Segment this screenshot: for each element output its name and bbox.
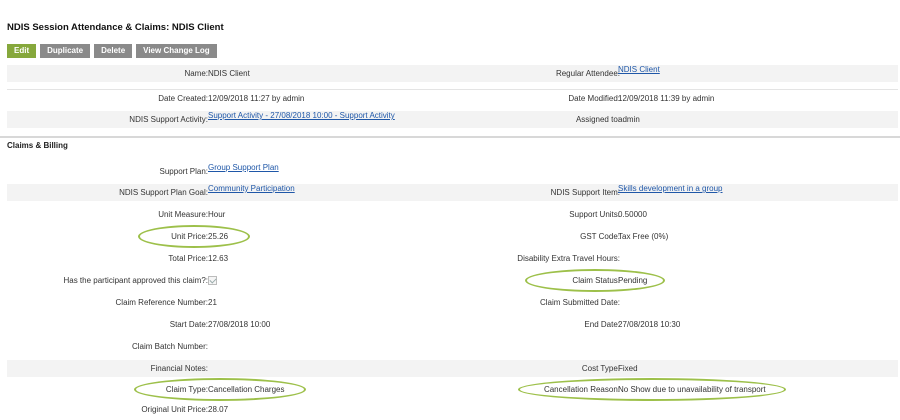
support-plan-goal-link[interactable]: Community Participation [208,184,295,193]
field-row: Name: NDIS Client Regular Attendee: NDIS… [7,65,898,82]
delete-button[interactable]: Delete [94,44,133,58]
unit-measure-value: Hour [208,210,226,219]
regular-attendee-label: Regular Attendee: [555,69,620,78]
date-modified-label: Date Modified: [568,94,620,103]
original-unit-price-label: Original Unit Price: [141,405,208,414]
field-row: NDIS Support Activity: Support Activity … [7,111,898,128]
field-row: Has the participant approved this claim?… [7,272,898,289]
claim-reference-value: 21 [208,298,217,307]
support-units-label: Support Units: [569,210,620,219]
name-label: Name: [184,69,208,78]
cost-type-label: Cost Type: [581,364,620,373]
date-created-value: 12/09/2018 11:27 by admin [208,94,305,103]
claims-billing-section: Claims & Billing [0,136,900,150]
end-date-value: 27/08/2018 10:30 [618,320,681,329]
total-price-label: Total Price: [168,254,208,263]
toolbar: Edit Duplicate Delete View Change Log [7,44,217,58]
start-date-label: Start Date: [169,320,208,329]
field-row: Total Price: 12.63 Disability Extra Trav… [7,250,898,267]
gst-code-label: GST Code: [580,232,620,241]
support-plan-label: Support Plan: [159,167,208,176]
unit-measure-label: Unit Measure: [158,210,208,219]
date-created-label: Date Created: [158,94,208,103]
claim-submitted-label: Claim Submitted Date: [539,298,620,307]
support-activity-label: NDIS Support Activity: [129,115,208,124]
total-price-value: 12.63 [208,254,229,263]
original-unit-price-value: 28.07 [208,405,229,414]
name-value: NDIS Client [208,69,250,78]
start-date-value: 27/08/2018 10:00 [208,320,271,329]
financial-notes-label: Financial Notes: [150,364,208,373]
field-row: Support Plan: Group Support Plan [7,163,898,180]
end-date-label: End Date: [584,320,620,329]
field-row: Start Date: 27/08/2018 10:00 End Date: 2… [7,316,898,333]
field-row: Financial Notes: Cost Type: Fixed [7,360,898,377]
date-modified-value: 12/09/2018 11:39 by admin [618,94,715,103]
field-row: Claim Reference Number: 21 Claim Submitt… [7,294,898,311]
support-item-label: NDIS Support Item: [550,188,620,197]
duplicate-button[interactable]: Duplicate [40,44,91,58]
support-units-value: 0.50000 [618,210,647,219]
claim-type-value: Cancellation Charges [208,385,285,394]
edit-button[interactable]: Edit [7,44,37,58]
field-row: Unit Measure: Hour Support Units: 0.5000… [7,206,898,223]
unit-price-value: 25.26 [208,232,229,241]
field-row: Claim Type: Cancellation Charges Cancell… [7,381,898,398]
approved-label: Has the participant approved this claim?… [63,276,208,285]
approved-checkbox[interactable] [208,276,217,285]
claim-status-value: Pending [618,276,648,285]
field-row: Claim Batch Number: [7,338,898,355]
field-row: Date Created: 12/09/2018 11:27 by admin … [7,89,898,106]
support-item-link[interactable]: Skills development in a group [618,184,723,193]
assigned-to-value: admin [618,115,640,124]
page-title: NDIS Session Attendance & Claims: NDIS C… [7,22,224,33]
view-change-log-button[interactable]: View Change Log [136,44,217,58]
field-row: NDIS Support Plan Goal: Community Partic… [7,184,898,201]
cancellation-reason-label: Cancellation Reason: [543,385,620,394]
disability-travel-label: Disability Extra Travel Hours: [517,254,620,263]
claim-reference-label: Claim Reference Number: [115,298,208,307]
field-row: Original Unit Price: 28.07 [7,401,898,418]
unit-price-label: Unit Price: [171,232,208,241]
claim-type-label: Claim Type: [165,385,208,394]
field-row: Unit Price: 25.26 GST Code: Tax Free (0%… [7,228,898,245]
support-plan-link[interactable]: Group Support Plan [208,163,279,172]
regular-attendee-link[interactable]: NDIS Client [618,65,660,74]
assigned-to-label: Assigned to: [575,115,620,124]
cancellation-reason-value: No Show due to unavailability of transpo… [618,385,766,394]
section-title: Claims & Billing [7,141,68,150]
gst-code-value: Tax Free (0%) [618,232,669,241]
claim-status-label: Claim Status: [572,276,620,285]
support-plan-goal-label: NDIS Support Plan Goal: [119,188,208,197]
batch-number-label: Claim Batch Number: [131,342,208,351]
cost-type-value: Fixed [618,364,638,373]
